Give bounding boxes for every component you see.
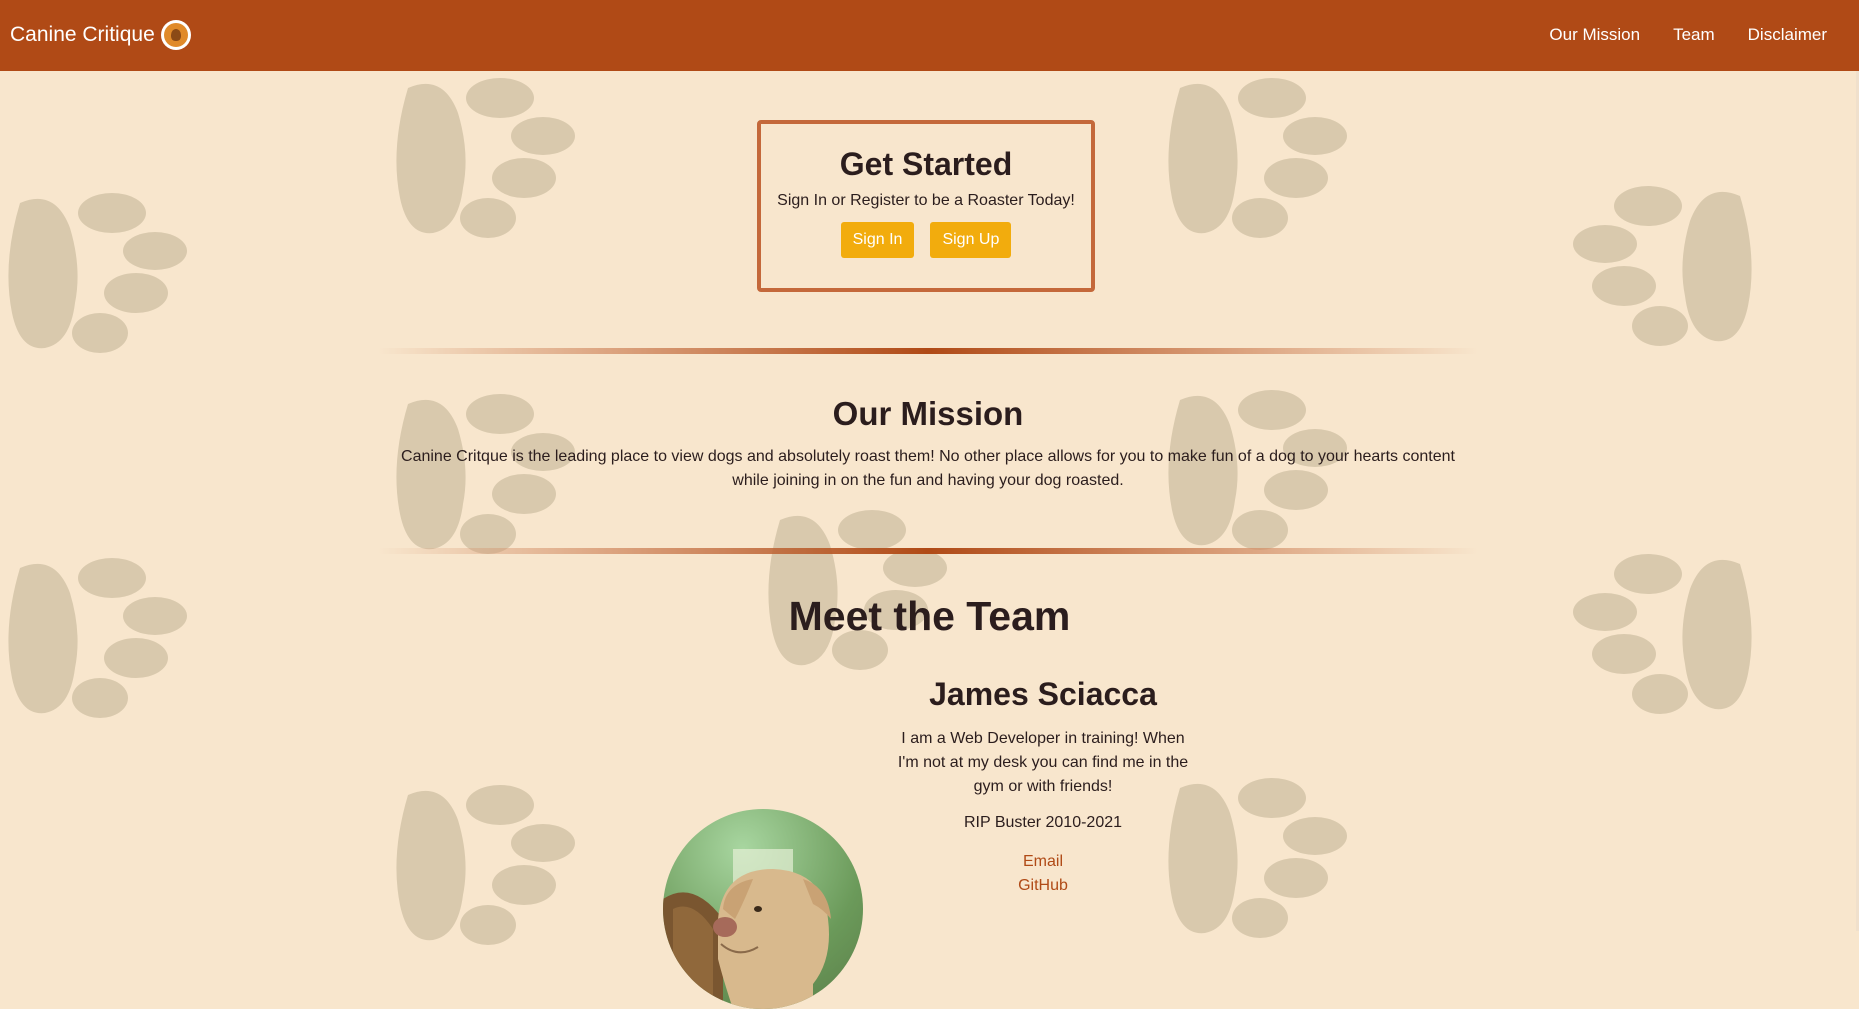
main-content: Get Started Sign In or Register to be a … (0, 71, 1859, 1009)
sign-up-button[interactable]: Sign Up (930, 222, 1012, 258)
brand-name: Canine Critique (10, 23, 155, 46)
mission-section: Our Mission Canine Critque is the leadin… (378, 395, 1478, 493)
mission-title: Our Mission (832, 395, 1024, 432)
navbar: Canine Critique Our Mission Team Disclai… (0, 0, 1859, 71)
section-divider (378, 548, 1478, 554)
nav-link-disclaimer[interactable]: Disclaimer (1748, 25, 1827, 45)
team-member-card: James Sciacca I am a Web Developer in tr… (663, 676, 1203, 1009)
section-divider (378, 348, 1478, 354)
mission-text: Canine Critque is the leading place to v… (401, 448, 1455, 489)
nav-link-team[interactable]: Team (1673, 25, 1715, 45)
get-started-title: Get Started (839, 146, 1013, 182)
member-rip-note: RIP Buster 2010-2021 (963, 814, 1123, 831)
get-started-card: Get Started Sign In or Register to be a … (757, 120, 1095, 292)
dog-logo-icon (160, 20, 191, 50)
member-name: James Sciacca (929, 676, 1157, 712)
sign-in-button[interactable]: Sign In (840, 222, 915, 258)
member-bio: I am a Web Developer in training! When I… (897, 730, 1189, 795)
team-title: Meet the Team (788, 593, 1071, 639)
member-links: Email GitHub (889, 850, 1197, 898)
nav-links: Our Mission Team Disclaimer (1549, 25, 1827, 45)
member-github-link[interactable]: GitHub (889, 874, 1197, 898)
member-email-link[interactable]: Email (889, 850, 1197, 874)
member-avatar (663, 809, 863, 1009)
nav-link-our-mission[interactable]: Our Mission (1549, 25, 1640, 45)
get-started-subtitle: Sign In or Register to be a Roaster Toda… (777, 192, 1075, 209)
brand-link[interactable]: Canine Critique (10, 20, 191, 50)
auth-buttons: Sign In Sign Up (761, 222, 1091, 258)
